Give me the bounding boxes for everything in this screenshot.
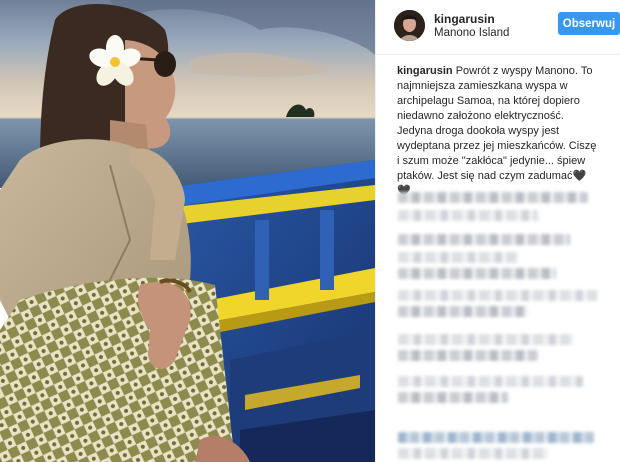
caption-username[interactable]: kingarusin <box>397 65 453 77</box>
post-header: kingarusin Manono Island Obserwuj <box>376 0 620 55</box>
caption-text: Powrót z wyspy Manono. To najmniejsza za… <box>397 65 597 197</box>
post-image <box>0 0 375 462</box>
post-side-panel: kingarusin Manono Island Obserwuj kingar… <box>375 0 620 462</box>
blurred-comment <box>398 252 518 263</box>
blurred-comment <box>398 290 598 301</box>
follow-button[interactable]: Obserwuj <box>558 12 620 35</box>
blurred-comment <box>398 210 538 221</box>
post-username[interactable]: kingarusin <box>434 12 495 26</box>
post-photo[interactable] <box>0 0 375 462</box>
blurred-comment <box>398 350 538 361</box>
avatar-image <box>394 10 425 41</box>
blurred-comment <box>398 306 528 317</box>
blurred-comment <box>398 334 573 345</box>
avatar[interactable] <box>394 10 425 41</box>
blurred-comment <box>398 392 508 403</box>
blurred-comment <box>398 432 594 443</box>
blurred-comment <box>398 448 548 459</box>
blurred-comment <box>398 234 570 245</box>
comments-blurred <box>376 186 620 462</box>
blurred-comment <box>398 376 583 387</box>
post-caption: kingarusin Powrót z wyspy Manono. To naj… <box>397 64 597 199</box>
blurred-comment <box>398 192 588 203</box>
blurred-comment <box>398 268 556 279</box>
post-location[interactable]: Manono Island <box>434 27 509 39</box>
